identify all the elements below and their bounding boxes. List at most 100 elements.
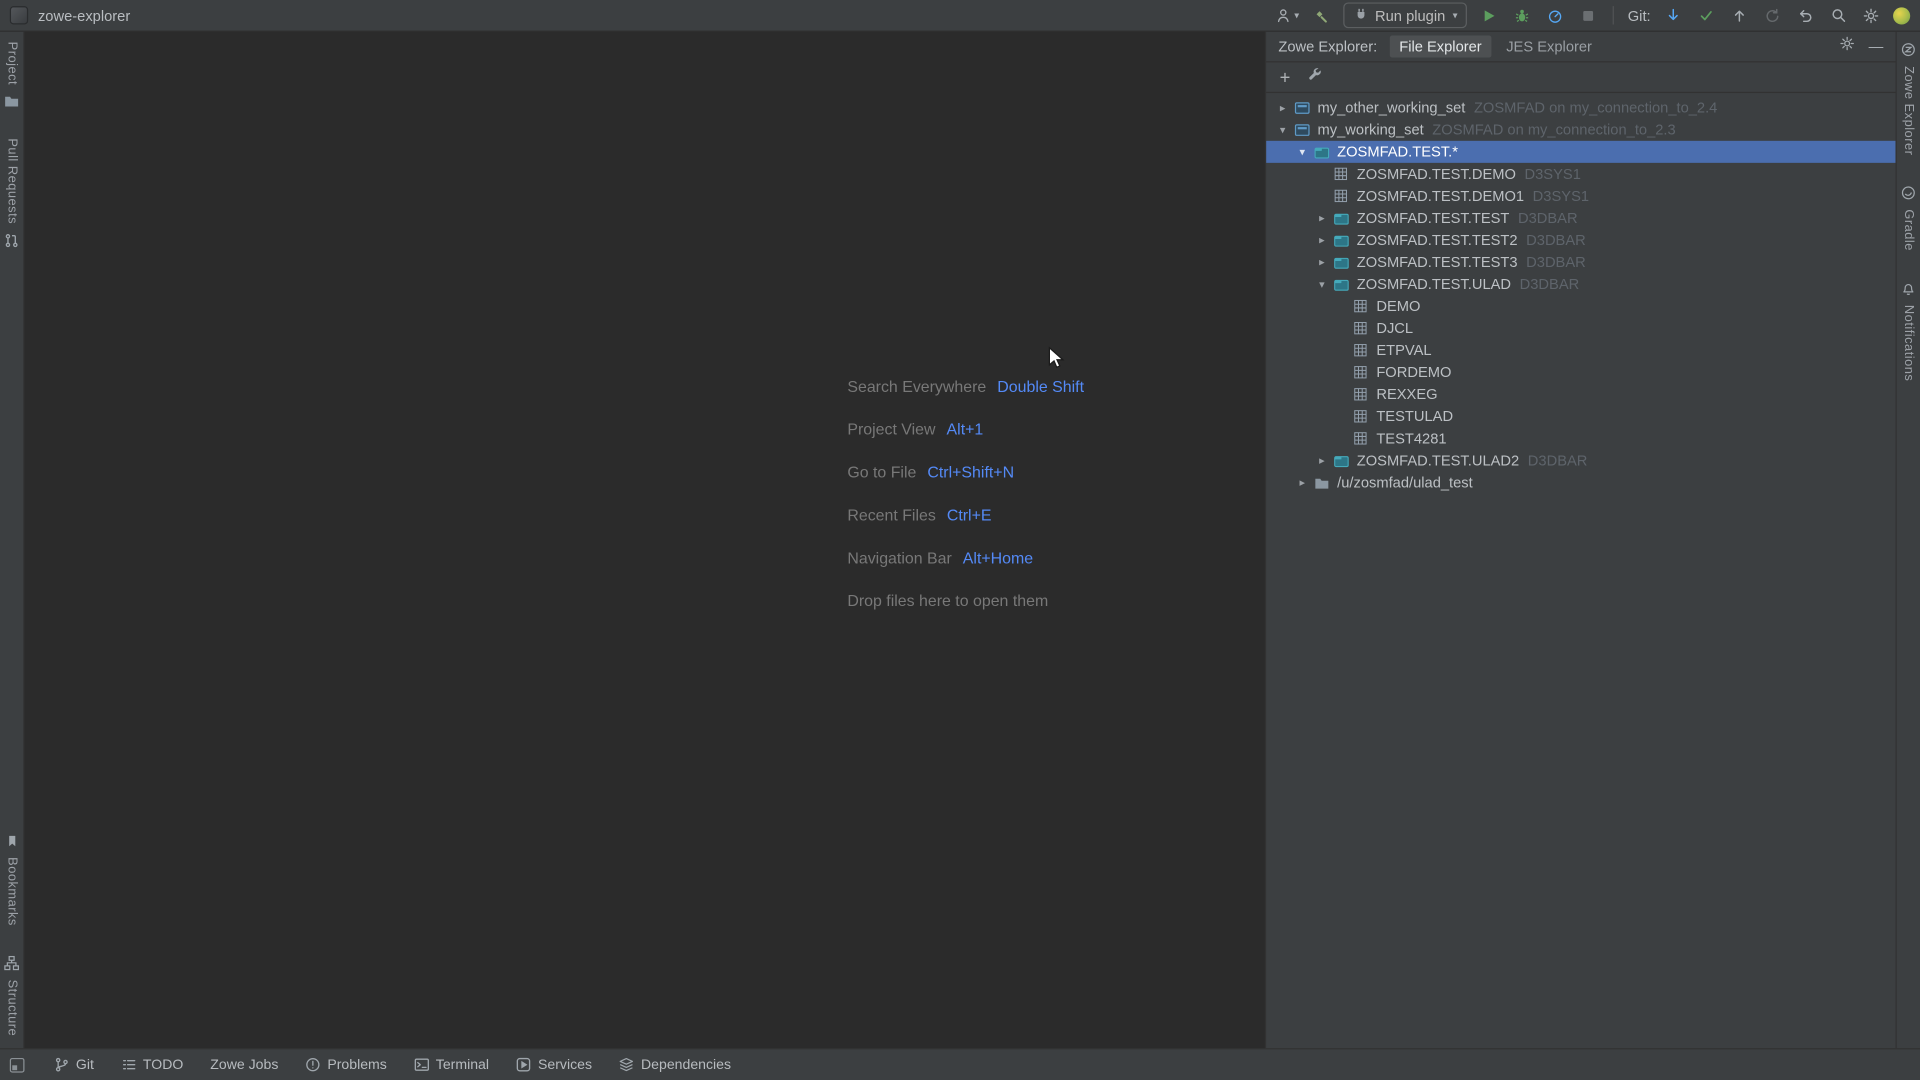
git-update-icon[interactable]: [1662, 3, 1684, 27]
tree-row-zosmfad-test-test3[interactable]: ▸ ZOSMFAD.TEST.TEST3 D3DBAR: [1266, 251, 1895, 273]
tree-row-testulad[interactable]: TESTULAD: [1266, 405, 1895, 427]
structure-icon: [4, 955, 20, 971]
shortcut-keys: Ctrl+Shift+N: [927, 463, 1014, 481]
chevron-right-icon[interactable]: ▸: [1313, 234, 1331, 245]
shortcut-hint-project-view: Project ViewAlt+1: [847, 418, 1084, 461]
tree-suffix: D3DBAR: [1526, 253, 1586, 270]
chevron-right-icon[interactable]: ▸: [1273, 102, 1291, 113]
tree-row-zosmfad-test-demo1[interactable]: ZOSMFAD.TEST.DEMO1D3SYS1: [1266, 185, 1895, 207]
run-configuration-select[interactable]: Run plugin ▾: [1343, 2, 1467, 28]
stripe-item-project[interactable]: Project: [4, 42, 20, 110]
statusbar-item-zowe-jobs[interactable]: Zowe Jobs: [210, 1057, 278, 1072]
shortcut-keys: Double Shift: [997, 377, 1084, 395]
toolwindow-switcher-icon[interactable]: [10, 1057, 25, 1072]
profiler-button[interactable]: [1544, 3, 1566, 27]
editor-empty-area: Search Everywhere Double Shift Project Vie…: [24, 32, 1264, 1048]
statusbar-item-problems[interactable]: Problems: [305, 1057, 387, 1073]
git-label: Git:: [1628, 7, 1651, 24]
tree-row-zosmfad-test-demo[interactable]: ZOSMFAD.TEST.DEMOD3SYS1: [1266, 163, 1895, 185]
app-icon: [10, 6, 28, 24]
tree-row-zosmfad-test-ulad2[interactable]: ▸ZOSMFAD.TEST.ULAD2D3DBAR: [1266, 449, 1895, 471]
statusbar-item-dependencies[interactable]: Dependencies: [619, 1057, 731, 1073]
tree-label: ZOSMFAD.TEST.TEST3: [1357, 253, 1518, 270]
stripe-item-pull-requests[interactable]: Pull Requests: [4, 139, 20, 249]
stripe-item-label: Zowe Explorer: [1902, 66, 1915, 155]
tree-row-my-other-working-set[interactable]: ▸my_other_working_setZOSMFAD on my_conne…: [1266, 97, 1895, 119]
debug-button[interactable]: [1511, 3, 1533, 27]
chevron-right-icon[interactable]: ▸: [1293, 477, 1311, 488]
tree-row-my-working-set[interactable]: ▾my_working_setZOSMFAD on my_connection_…: [1266, 119, 1895, 141]
user-menu-icon[interactable]: ▾: [1276, 3, 1299, 27]
pull-request-icon: [4, 233, 20, 249]
shortcut-label: Go to File: [847, 463, 916, 481]
chevron-right-icon[interactable]: ▸: [1313, 455, 1331, 466]
right-tool-stripe: Zowe Explorer Gradle Notifications: [1896, 32, 1920, 1048]
statusbar-item-label: TODO: [143, 1057, 183, 1072]
tree-label: ZOSMFAD.TEST.TEST: [1357, 209, 1510, 226]
stop-button[interactable]: [1578, 3, 1600, 27]
stripe-item-structure[interactable]: Structure: [4, 955, 20, 1036]
tree-row-rexxeg[interactable]: REXXEG: [1266, 383, 1895, 405]
chevron-down-icon[interactable]: ▾: [1273, 124, 1291, 135]
working-set-icon: [1292, 121, 1312, 138]
shortcut-label: Drop files here to open them: [847, 591, 1048, 609]
chevron-right-icon[interactable]: ▸: [1313, 212, 1331, 223]
git-branch-icon: [54, 1057, 70, 1073]
minimize-icon[interactable]: —: [1869, 39, 1884, 54]
stripe-item-gradle[interactable]: Gradle: [1900, 185, 1916, 251]
file-explorer-tree: ▸my_other_working_setZOSMFAD on my_conne…: [1266, 93, 1895, 1048]
tree-row-etpval[interactable]: ETPVAL: [1266, 339, 1895, 361]
chevron-down-icon: ▾: [1453, 10, 1458, 21]
git-commit-check-icon[interactable]: [1695, 3, 1717, 27]
tree-row-demo[interactable]: DEMO: [1266, 295, 1895, 317]
statusbar-item-git[interactable]: Git: [54, 1057, 94, 1073]
search-everywhere-icon[interactable]: [1827, 3, 1849, 27]
chevron-down-icon[interactable]: ▾: [1313, 279, 1331, 290]
stripe-item-zowe-explorer[interactable]: Zowe Explorer: [1900, 42, 1916, 156]
stripe-item-notifications[interactable]: Notifications: [1900, 280, 1916, 381]
problems-icon: [305, 1057, 321, 1073]
run-button[interactable]: [1478, 3, 1500, 27]
tree-suffix: D3DBAR: [1526, 231, 1586, 248]
shortcut-hint-drop-files-here-to-open-them: Drop files here to open them: [847, 589, 1084, 632]
tree-row-djcl[interactable]: DJCL: [1266, 317, 1895, 339]
build-hammer-icon[interactable]: [1310, 3, 1332, 27]
stripe-item-label: Gradle: [1902, 209, 1915, 251]
shortcut-keys: Alt+1: [947, 420, 984, 438]
statusbar-item-services[interactable]: Services: [516, 1057, 592, 1073]
chevron-right-icon[interactable]: ▸: [1313, 257, 1331, 268]
shortcut-label: Recent Files: [847, 506, 935, 524]
user-avatar[interactable]: [1893, 7, 1910, 24]
shortcut-hint-recent-files: Recent FilesCtrl+E: [847, 503, 1084, 546]
shortcut-hint-search-everywhere: Search Everywhere Double Shift: [847, 375, 1084, 418]
shortcut-label: Search Everywhere: [847, 377, 986, 395]
tab-jes-explorer[interactable]: JES Explorer: [1496, 36, 1601, 58]
wrench-icon[interactable]: [1306, 66, 1322, 88]
statusbar-item-label: Dependencies: [641, 1057, 731, 1072]
refresh-icon[interactable]: [1761, 3, 1783, 27]
tool-window-gear-icon[interactable]: [1839, 36, 1855, 58]
tree-row-test4281[interactable]: TEST4281: [1266, 427, 1895, 449]
tree-row-zosmfad-test-test2[interactable]: ▸ZOSMFAD.TEST.TEST2D3DBAR: [1266, 229, 1895, 251]
settings-gear-icon[interactable]: [1860, 3, 1882, 27]
undo-icon[interactable]: [1794, 3, 1816, 27]
git-push-icon[interactable]: [1728, 3, 1750, 27]
tab-file-explorer[interactable]: File Explorer: [1389, 36, 1491, 58]
tree-label: TEST4281: [1376, 430, 1446, 447]
statusbar-item-terminal[interactable]: Terminal: [414, 1057, 489, 1073]
tree-row-u-zosmfad-ulad-test[interactable]: ▸/u/zosmfad/ulad_test: [1266, 471, 1895, 493]
tree-label: ZOSMFAD.TEST.*: [1337, 143, 1458, 160]
tree-row-zosmfad-test-ulad[interactable]: ▾ZOSMFAD.TEST.ULADD3DBAR: [1266, 273, 1895, 295]
dataset-member-icon: [1351, 364, 1371, 381]
tree-row-fordemo[interactable]: FORDEMO: [1266, 361, 1895, 383]
statusbar-item-todo[interactable]: TODO: [121, 1057, 183, 1073]
stripe-item-label: Notifications: [1902, 305, 1915, 381]
chevron-down-icon[interactable]: ▾: [1293, 146, 1311, 157]
application-window: zowe-explorer ▾ Run plugin ▾: [0, 0, 1920, 1080]
terminal-icon: [414, 1057, 430, 1073]
tree-row-zosmfad-test-test[interactable]: ▸ZOSMFAD.TEST.TESTD3DBAR: [1266, 207, 1895, 229]
stripe-item-bookmarks[interactable]: Bookmarks: [4, 833, 19, 925]
tree-row-zosmfad-test[interactable]: ▾ ZOSMFAD.TEST.*: [1266, 141, 1895, 163]
dataset-pds-icon: [1311, 143, 1331, 160]
add-icon[interactable]: +: [1280, 68, 1291, 86]
